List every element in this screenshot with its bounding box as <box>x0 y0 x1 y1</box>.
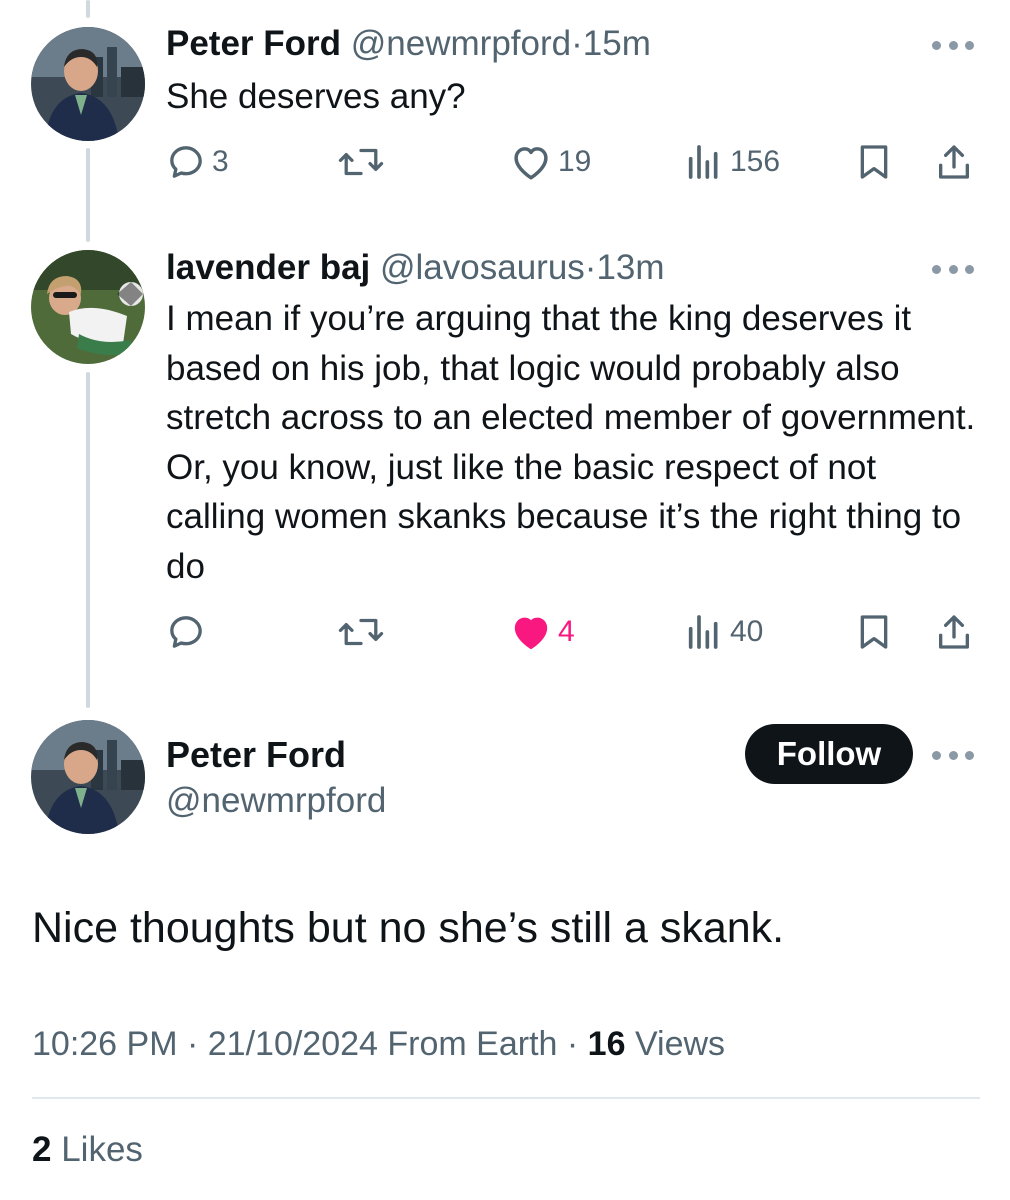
avatar[interactable] <box>31 27 145 141</box>
views-icon <box>688 145 718 179</box>
author-name[interactable]: lavender baj <box>166 248 370 287</box>
heart-icon <box>514 147 548 180</box>
more-icon[interactable] <box>932 748 974 762</box>
share-icon <box>939 145 969 179</box>
reply-button[interactable]: 3 <box>166 140 229 184</box>
heart-filled-icon <box>514 617 548 650</box>
bookmark-button[interactable] <box>854 610 894 654</box>
thread-line-top <box>86 0 90 18</box>
views-count: 156 <box>730 145 781 178</box>
separator: · <box>584 248 597 287</box>
reply-count: 3 <box>212 145 229 178</box>
views-count: 40 <box>730 615 764 648</box>
retweet-button[interactable] <box>338 140 390 184</box>
avatar[interactable] <box>31 720 145 834</box>
author-handle[interactable]: @newmrpford <box>351 24 571 63</box>
tweet-date[interactable]: 21/10/2024 <box>208 1025 378 1063</box>
tweet-actions: 4 40 <box>166 610 976 654</box>
likes-label: Likes <box>61 1130 143 1169</box>
views-button[interactable]: 156 <box>684 140 780 184</box>
author-name[interactable]: Peter Ford <box>166 734 346 776</box>
like-button[interactable]: 19 <box>510 140 591 184</box>
bookmark-button[interactable] <box>854 140 894 184</box>
tweet-timestamp: 10:26 PM · 21/10/2024 From Earth · 16 Vi… <box>32 1022 725 1066</box>
author-name[interactable]: Peter Ford <box>166 24 341 63</box>
thread-line-1 <box>86 148 90 242</box>
share-icon <box>939 615 969 649</box>
retweet-button[interactable] <box>338 610 390 654</box>
views-icon <box>688 615 718 649</box>
tweet-actions: 3 19 156 <box>166 140 976 184</box>
tweet-time[interactable]: 15m <box>583 24 651 63</box>
avatar[interactable] <box>31 250 145 364</box>
more-icon[interactable] <box>932 38 974 52</box>
divider <box>32 1097 980 1099</box>
tweet-time[interactable]: 10:26 PM <box>32 1025 178 1063</box>
reply-icon <box>170 616 202 648</box>
author-handle[interactable]: @newmrpford <box>166 780 386 822</box>
bookmark-icon <box>860 145 888 179</box>
tweet-text: She deserves any? <box>166 77 466 116</box>
reply-button[interactable] <box>166 610 212 654</box>
bookmark-icon <box>860 615 888 649</box>
likes-count: 2 <box>32 1130 52 1169</box>
tweet-header: Peter Ford @newmrpford·15m <box>166 24 651 64</box>
tweet-text: I mean if you’re arguing that the king d… <box>166 299 976 586</box>
like-button[interactable]: 4 <box>510 610 575 654</box>
separator: · <box>571 24 583 63</box>
share-button[interactable] <box>934 610 974 654</box>
author-handle[interactable]: @lavosaurus <box>380 248 585 287</box>
tweet-header: lavender baj @lavosaurus·13m <box>166 248 665 288</box>
like-count: 4 <box>558 615 575 648</box>
likes-summary[interactable]: 2 Likes <box>32 1128 143 1172</box>
retweet-icon <box>338 618 384 646</box>
tweet-time[interactable]: 13m <box>596 248 664 287</box>
views-count: 16 <box>587 1025 626 1063</box>
more-icon[interactable] <box>932 262 974 276</box>
tweet-source: From Earth <box>387 1025 558 1063</box>
views-button[interactable]: 40 <box>684 610 763 654</box>
separator: · <box>566 1025 579 1063</box>
follow-button[interactable]: Follow <box>745 724 913 784</box>
views-label: Views <box>634 1025 726 1063</box>
share-button[interactable] <box>934 140 974 184</box>
thread-line-2 <box>86 372 90 708</box>
tweet-text: Nice thoughts but no she’s still a skank… <box>32 904 785 952</box>
reply-icon <box>170 146 202 178</box>
retweet-icon <box>338 148 384 176</box>
separator: · <box>186 1025 199 1063</box>
like-count: 19 <box>558 145 592 178</box>
